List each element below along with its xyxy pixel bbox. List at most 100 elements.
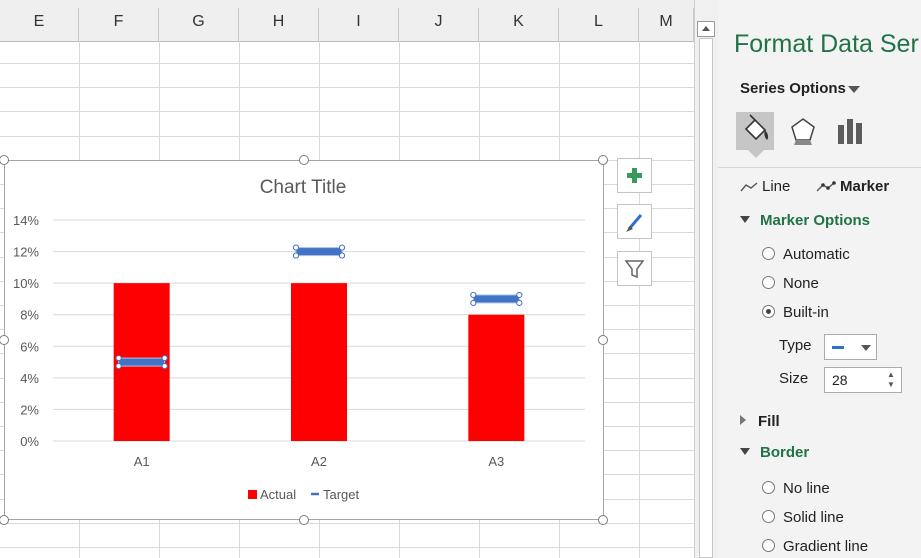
chevron-down-icon[interactable] — [848, 86, 860, 93]
x-tick-label: A3 — [488, 454, 504, 469]
selection-point — [161, 354, 168, 362]
chart-styles-button[interactable] — [617, 204, 652, 239]
selection-point — [338, 244, 346, 251]
resize-handle-top-right[interactable] — [598, 155, 608, 165]
radio-none[interactable]: None — [762, 275, 819, 292]
gridline-horizontal — [0, 523, 694, 524]
collapse-triangle-icon[interactable] — [740, 215, 750, 223]
format-data-series-pane: Format Data Ser Series Options Line Mark… — [718, 0, 921, 558]
size-label: Size — [779, 370, 809, 387]
selection-point — [115, 354, 122, 362]
column-header-g[interactable]: G — [159, 8, 239, 41]
radio-label: Gradient line — [783, 538, 869, 555]
resize-handle-top[interactable] — [299, 155, 309, 165]
y-tick-label: 4% — [20, 371, 39, 386]
line-subtab[interactable]: Line — [740, 178, 790, 195]
marker-subtab-label: Marker — [840, 178, 890, 195]
selection-point — [115, 362, 122, 370]
filter-icon — [624, 260, 645, 279]
marker-subtab[interactable]: Marker — [816, 178, 889, 195]
column-headers: E F G H I J K L M — [0, 0, 694, 42]
radio-built-in[interactable]: Built-in — [762, 304, 829, 321]
radio-button-selected[interactable] — [762, 304, 775, 318]
fill-line-tab[interactable] — [736, 112, 774, 150]
chevron-down-icon[interactable] — [861, 345, 871, 351]
radio-label: Built-in — [783, 304, 829, 321]
marker-options-section[interactable]: Marker Options — [740, 212, 870, 229]
selection-point — [292, 252, 300, 259]
x-tick-label: A2 — [311, 454, 327, 469]
radio-solid-line[interactable]: Solid line — [762, 509, 844, 526]
gridline-vertical — [639, 41, 640, 558]
column-header-k[interactable]: K — [479, 8, 559, 41]
column-header-label: J — [434, 13, 443, 30]
paint-bucket-icon — [744, 114, 769, 141]
marker-type-dropdown[interactable] — [824, 334, 877, 360]
fill-section[interactable]: Fill — [740, 413, 780, 430]
selection-point — [161, 362, 168, 370]
series-options-tab[interactable] — [832, 112, 870, 150]
column-header-m[interactable]: M — [639, 8, 694, 41]
radio-button[interactable] — [762, 275, 775, 289]
effects-tab[interactable] — [784, 112, 822, 150]
column-header-h[interactable]: H — [239, 8, 319, 41]
x-tick-label: A1 — [134, 454, 150, 469]
scroll-thumb[interactable] — [699, 38, 713, 558]
bar-actual-a2 — [291, 283, 347, 441]
radio-label: No line — [783, 480, 830, 497]
marker-size-spinner[interactable]: 28 ▲ ▼ — [824, 367, 902, 393]
column-header-f[interactable]: F — [79, 8, 159, 41]
y-tick-label: 10% — [13, 276, 39, 291]
radio-gradient-line[interactable]: Gradient line — [762, 538, 868, 555]
gridline-horizontal — [0, 111, 694, 112]
spin-arrows-icon[interactable]: ▲ ▼ — [887, 370, 897, 390]
resize-handle-bottom[interactable] — [299, 515, 309, 525]
marker-size-value[interactable]: 28 — [832, 372, 848, 388]
radio-button[interactable] — [762, 246, 775, 260]
legend-label-actual: Actual — [260, 487, 296, 502]
y-tick-label: 14% — [13, 213, 39, 228]
selection-point — [516, 299, 523, 307]
column-header-i[interactable]: I — [319, 8, 399, 41]
legend-label-target: Target — [323, 487, 360, 502]
expand-triangle-icon[interactable] — [740, 415, 746, 426]
y-tick-label: 2% — [20, 402, 39, 417]
chart-elements-button[interactable] — [617, 158, 652, 193]
series-options-dropdown[interactable]: Series Options — [740, 80, 846, 97]
scroll-up-arrow-icon[interactable] — [697, 21, 715, 37]
column-header-l[interactable]: L — [559, 8, 639, 41]
border-section[interactable]: Border — [740, 444, 809, 461]
resize-handle-bottom-right[interactable] — [598, 515, 608, 525]
vertical-scrollbar[interactable] — [694, 0, 719, 558]
gridline-horizontal — [0, 136, 694, 137]
column-header-e[interactable]: E — [0, 8, 79, 41]
chart-filters-button[interactable] — [617, 251, 652, 286]
border-title: Border — [760, 444, 810, 461]
pane-title: Format Data Ser — [734, 30, 919, 58]
radio-label: Solid line — [783, 509, 844, 526]
radio-no-line[interactable]: No line — [762, 480, 830, 497]
legend-swatch-actual — [248, 490, 257, 499]
pentagon-icon — [791, 118, 815, 145]
radio-button[interactable] — [762, 538, 775, 552]
gridline-horizontal — [0, 547, 694, 548]
radio-button[interactable] — [762, 509, 775, 523]
target-marker-a1 — [118, 357, 166, 367]
line-icon — [740, 182, 758, 192]
radio-automatic[interactable]: Automatic — [762, 246, 850, 263]
target-marker-a2 — [295, 247, 343, 257]
column-header-label: M — [659, 13, 673, 30]
collapse-triangle-icon[interactable] — [740, 447, 750, 455]
marker-options-title: Marker Options — [760, 212, 871, 229]
y-tick-label: 12% — [13, 245, 39, 260]
column-header-j[interactable]: J — [399, 8, 479, 41]
radio-button[interactable] — [762, 480, 775, 494]
y-tick-label: 8% — [20, 308, 39, 323]
gridline-horizontal — [0, 87, 694, 88]
column-header-label: G — [192, 13, 205, 30]
resize-handle-right[interactable] — [598, 335, 608, 345]
y-tick-label: 0% — [20, 434, 39, 449]
marker-icon — [816, 181, 836, 192]
chart-area[interactable]: Chart Title 0% 2% 4% 6% 8% 10% 12% 14% A1 A2 A3 Actu… — [4, 160, 604, 520]
column-header-label: H — [272, 13, 285, 30]
